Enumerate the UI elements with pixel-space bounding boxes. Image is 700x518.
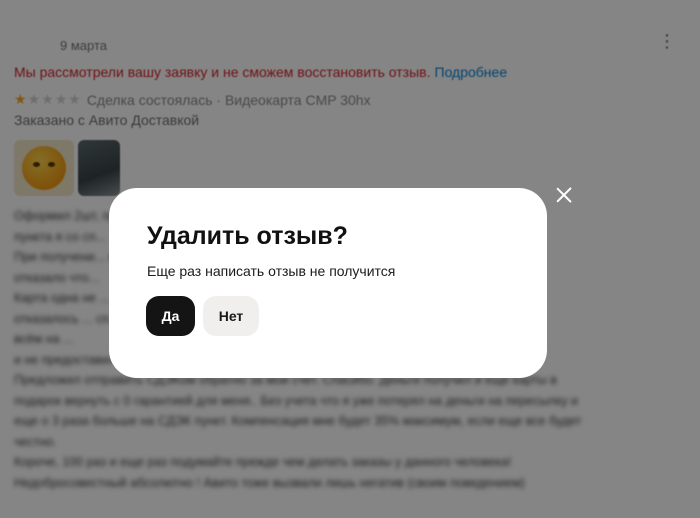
dialog-title: Удалить отзыв? (147, 222, 348, 250)
cancel-button[interactable]: Нет (203, 296, 259, 336)
confirm-delete-button[interactable]: Да (146, 296, 195, 336)
delete-review-dialog: Удалить отзыв? Еще раз написать отзыв не… (109, 188, 547, 378)
dialog-message: Еще раз написать отзыв не получится (147, 263, 396, 279)
close-icon[interactable] (554, 185, 574, 205)
